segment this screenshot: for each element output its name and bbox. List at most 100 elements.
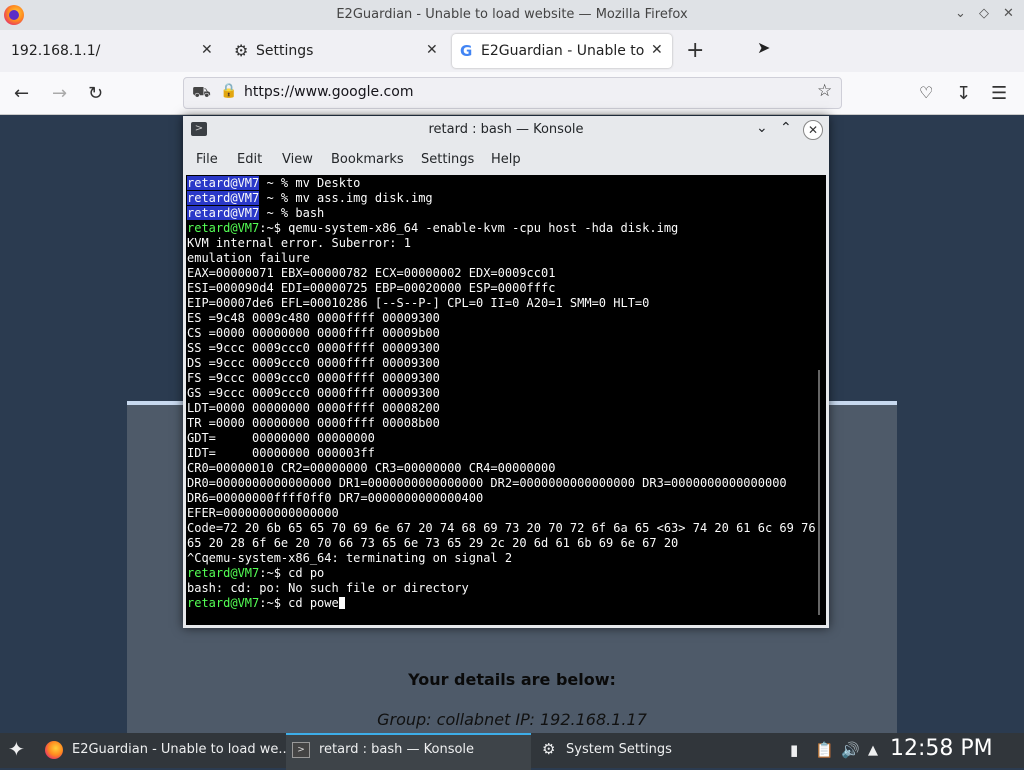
terminal-line: DR0=0000000000000000 DR1=000000000000000… [187, 476, 807, 491]
menu-view[interactable]: View [282, 152, 313, 167]
tab-router[interactable]: 192.168.1.1/ ✕ [0, 30, 222, 72]
details-heading: Your details are below: [408, 670, 616, 689]
tab-close-icon[interactable]: ✕ [201, 42, 213, 58]
navigation-bar: ← → ↻ ⛟ 🔒 https://www.google.com ☆ ♡ ↧ ☰ [0, 72, 1024, 115]
terminal-line: DR6=00000000ffff0ff0 DR7=000000000000040… [187, 491, 807, 506]
terminal-line: EAX=00000071 EBX=00000782 ECX=00000002 E… [187, 266, 807, 281]
output-text: CS =0000 00000000 0000ffff 00009b00 [187, 326, 440, 340]
output-text: KVM internal error. Suberror: 1 [187, 236, 411, 250]
output-text: DR6=00000000ffff0ff0 DR7=000000000000040… [187, 491, 484, 505]
menu-edit[interactable]: Edit [237, 152, 262, 167]
terminal-line: retard@VM7:~$ qemu-system-x86_64 -enable… [187, 221, 807, 236]
task-system-settings[interactable]: ⚙ System Settings [537, 733, 777, 768]
task-label: E2Guardian - Unable to load we... [72, 742, 291, 757]
tab-label: E2Guardian - Unable to load website [481, 43, 647, 59]
prompt-user: retard@VM7 [187, 176, 260, 190]
terminal-output: retard@VM7 ~ % mv Deskto retard@VM7 ~ % m… [187, 176, 816, 611]
tab-bar: 192.168.1.1/ ✕ ⚙ Settings ✕ G E2Guardian… [0, 30, 1024, 73]
task-konsole[interactable]: > retard : bash — Konsole [286, 733, 531, 770]
clipboard-icon[interactable]: 📋 [815, 741, 834, 759]
terminal-line: ESI=000090d4 EDI=00000725 EBP=00020000 E… [187, 281, 807, 296]
terminal-line: EIP=00007de6 EFL=00010286 [--S--P-] CPL=… [187, 296, 807, 311]
menu-icon[interactable]: ☰ [991, 83, 1007, 104]
terminal-line: retard@VM7 ~ % mv ass.img disk.img [187, 191, 807, 206]
konsole-close-icon[interactable]: ✕ [803, 120, 823, 140]
output-text: ^Cqemu-system-x86_64: terminating on sig… [187, 551, 513, 565]
volume-icon[interactable]: 🔊 [841, 741, 860, 759]
back-icon[interactable]: ← [14, 83, 29, 104]
task-label: System Settings [566, 742, 672, 757]
app-launcher-icon[interactable]: ✦ [8, 737, 25, 761]
pocket-icon[interactable]: ♡ [919, 83, 933, 102]
mouse-cursor-icon: ➤ [757, 38, 771, 57]
menu-bookmarks[interactable]: Bookmarks [331, 152, 404, 167]
terminal-line: TR =0000 00000000 0000ffff 00008b00 [187, 416, 807, 431]
konsole-maximize-icon[interactable]: ⌃ [780, 120, 792, 136]
forward-icon[interactable]: → [52, 83, 67, 104]
tab-close-icon[interactable]: ✕ [651, 42, 663, 58]
prompt-command: ~ % mv ass.img disk.img [259, 191, 433, 205]
konsole-title: retard : bash — Konsole [428, 122, 584, 137]
output-text: LDT=0000 00000000 0000ffff 00008200 [187, 401, 440, 415]
battery-icon[interactable]: ▮ [790, 741, 798, 759]
output-text: DR0=0000000000000000 DR1=000000000000000… [187, 476, 787, 490]
terminal-line: IDT= 00000000 000003ff [187, 446, 807, 461]
tab-e2guardian[interactable]: G E2Guardian - Unable to load website ✕ [452, 34, 672, 68]
new-tab-button[interactable]: + [686, 38, 704, 63]
settings-icon: ⚙ [542, 740, 556, 758]
terminal-line: DS =9ccc 0009ccc0 0000ffff 00009300 [187, 356, 807, 371]
output-text: CR0=00000010 CR2=00000000 CR3=00000000 C… [187, 461, 556, 475]
tray-expand-icon[interactable]: ▲ [868, 743, 878, 758]
prompt-user: retard@VM7 [187, 191, 260, 205]
task-label: retard : bash — Konsole [319, 742, 475, 757]
terminal-line: SS =9ccc 0009ccc0 0000ffff 00009300 [187, 341, 807, 356]
terminal-line: GDT= 00000000 00000000 [187, 431, 807, 446]
window-titlebar: E2Guardian - Unable to load website — Mo… [0, 0, 1024, 30]
menu-file[interactable]: File [196, 152, 218, 167]
terminal-line: CR0=00000010 CR2=00000000 CR3=00000000 C… [187, 461, 807, 476]
output-text: EAX=00000071 EBX=00000782 ECX=00000002 E… [187, 266, 556, 280]
minimize-icon[interactable]: ⌄ [955, 6, 966, 21]
konsole-window: > retard : bash — Konsole ⌄ ⌃ ✕ File Edi… [183, 116, 829, 628]
output-text: ES =9c48 0009c480 0000ffff 00009300 [187, 311, 440, 325]
task-firefox[interactable]: E2Guardian - Unable to load we... [38, 733, 291, 768]
terminal-line: ^Cqemu-system-x86_64: terminating on sig… [187, 551, 807, 566]
terminal-line: retard@VM7:~$ cd po [187, 566, 807, 581]
prompt-command: :~$ cd po [259, 566, 325, 580]
menu-settings[interactable]: Settings [421, 152, 474, 167]
menu-help[interactable]: Help [491, 152, 521, 167]
bookmark-star-icon[interactable]: ☆ [817, 81, 832, 101]
prompt-user: retard@VM7 [187, 206, 260, 220]
firefox-icon [45, 741, 63, 759]
close-icon[interactable]: ✕ [1003, 6, 1014, 21]
terminal-line: retard@VM7:~$ cd powe [187, 596, 807, 611]
url-bar[interactable]: ⛟ 🔒 https://www.google.com ☆ [183, 77, 842, 109]
konsole-icon: > [292, 742, 310, 758]
terminal-line: GS =9ccc 0009ccc0 0000ffff 00009300 [187, 386, 807, 401]
tab-settings[interactable]: ⚙ Settings ✕ [224, 30, 444, 72]
lock-icon[interactable]: 🔒 [220, 83, 237, 99]
google-icon: G [460, 42, 473, 60]
tab-close-icon[interactable]: ✕ [426, 42, 438, 58]
prompt-command: ~ % mv Deskto [259, 176, 361, 190]
reload-icon[interactable]: ↻ [88, 83, 103, 104]
output-text: bash: cd: po: No such file or directory [187, 581, 469, 595]
terminal-view[interactable]: retard@VM7 ~ % mv Deskto retard@VM7 ~ % m… [186, 175, 826, 625]
text-cursor [338, 597, 345, 609]
output-text: DS =9ccc 0009ccc0 0000ffff 00009300 [187, 356, 440, 370]
shield-icon[interactable]: ⛟ [192, 83, 211, 103]
taskbar: ✦ E2Guardian - Unable to load we... > re… [0, 733, 1024, 770]
output-text: GDT= 00000000 00000000 [187, 431, 375, 445]
terminal-line: ES =9c48 0009c480 0000ffff 00009300 [187, 311, 807, 326]
download-icon[interactable]: ↧ [956, 83, 971, 104]
url-text[interactable]: https://www.google.com [244, 84, 413, 100]
prompt-user: retard@VM7 [187, 566, 260, 580]
output-text: SS =9ccc 0009ccc0 0000ffff 00009300 [187, 341, 440, 355]
window-title: E2Guardian - Unable to load website — Mo… [336, 7, 688, 22]
konsole-minimize-icon[interactable]: ⌄ [756, 120, 768, 136]
terminal-line: FS =9ccc 0009ccc0 0000ffff 00009300 [187, 371, 807, 386]
maximize-icon[interactable]: ◇ [979, 6, 989, 21]
terminal-scrollbar[interactable] [818, 370, 820, 615]
clock[interactable]: 12:58 PM [890, 736, 993, 761]
output-text: EFER=0000000000000000 [187, 506, 339, 520]
